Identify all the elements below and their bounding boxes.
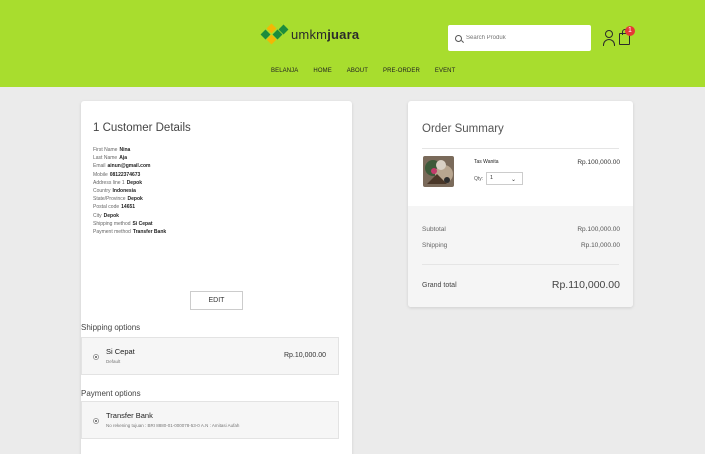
- subtotal-value: Rp.100,000.00: [577, 226, 620, 233]
- logo[interactable]: umkmjuara: [260, 23, 360, 45]
- totals-section: Subtotal Rp.100,000.00 Shipping Rp.10,00…: [408, 206, 633, 307]
- divider: [422, 264, 619, 265]
- product-name: Tas Wanita: [474, 159, 499, 165]
- shipping-option-price: Rp.10,000.00: [283, 352, 326, 359]
- detail-row: Address line 1 Depok: [93, 179, 142, 186]
- detail-row: Mobile 08122374673: [93, 171, 141, 178]
- shipping-option-name: Si Cepat: [106, 347, 135, 356]
- shipping-radio[interactable]: [93, 354, 99, 360]
- detail-row: City Depok: [93, 212, 119, 219]
- payment-option-name: Transfer Bank: [106, 411, 153, 420]
- main-nav: BELANJA HOME ABOUT PRE-ORDER EVENT: [271, 68, 470, 74]
- nav-home[interactable]: HOME: [313, 68, 331, 74]
- qty-label: Qty:: [474, 176, 484, 182]
- nav-event[interactable]: EVENT: [435, 68, 456, 74]
- grand-total-value: Rp.110,000.00: [551, 279, 620, 291]
- qty-select[interactable]: 1 ⌄: [486, 172, 523, 185]
- payment-option-sub: No rekening tujuan : BRI 8880-01-000078-…: [106, 423, 240, 428]
- payment-radio[interactable]: [93, 418, 99, 424]
- shipping-option-sub: Default: [106, 359, 121, 364]
- detail-row: Last Name Aja: [93, 155, 127, 162]
- search-icon[interactable]: [455, 34, 462, 42]
- nav-about[interactable]: ABOUT: [347, 68, 368, 74]
- product-price: Rp.100,000.00: [577, 159, 620, 166]
- search-bar[interactable]: [448, 25, 591, 51]
- customer-details-list: First Name Nina Last Name Aja Email ainun@g…: [93, 146, 166, 236]
- cart-count-badge: 1: [625, 26, 635, 36]
- payment-option-transfer-bank[interactable]: Transfer Bank No rekening tujuan : BRI 8…: [81, 401, 339, 439]
- detail-row: State/Province Depok: [93, 196, 143, 203]
- shipping-options-title: Shipping options: [81, 323, 141, 332]
- detail-row: Postal code 14651: [93, 204, 136, 211]
- divider: [422, 148, 619, 149]
- customer-details-card: 1 Customer Details First Name Nina Last N…: [81, 101, 352, 454]
- detail-row: Shipping method Si Cepat: [93, 220, 153, 227]
- chevron-down-icon: ⌄: [510, 177, 516, 183]
- nav-belanja[interactable]: BELANJA: [271, 68, 298, 74]
- site-header: umkmjuara 1 BELANJA HOME ABOUT PRE-ORDER…: [0, 0, 705, 87]
- logo-text: umkmjuara: [291, 26, 360, 42]
- detail-row: Country Indonesia: [93, 188, 136, 195]
- grand-total-label: Grand total: [422, 282, 457, 289]
- search-input[interactable]: [466, 35, 576, 41]
- order-summary-card: Order Summary Tas Wanita Qty: 1 ⌄ Rp.100…: [408, 101, 633, 307]
- shipping-value: Rp.10,000.00: [580, 242, 620, 249]
- shipping-option-si-cepat[interactable]: Si Cepat Default Rp.10,000.00: [81, 337, 339, 375]
- user-icon[interactable]: [603, 30, 615, 46]
- detail-row: First Name Nina: [93, 147, 131, 153]
- detail-row: Email ainun@gmail.com: [93, 163, 151, 170]
- payment-options-title: Payment options: [81, 389, 141, 398]
- nav-pre-order[interactable]: PRE-ORDER: [383, 68, 420, 74]
- subtotal-label: Subtotal: [422, 226, 446, 233]
- customer-details-title: 1 Customer Details: [93, 122, 191, 134]
- shipping-label: Shipping: [422, 242, 448, 249]
- product-thumbnail[interactable]: [423, 156, 454, 187]
- logo-icon: [260, 23, 289, 45]
- detail-row: Payment method Transfer Bank: [93, 229, 167, 236]
- edit-button[interactable]: EDIT: [190, 291, 243, 310]
- order-summary-title: Order Summary: [422, 123, 504, 135]
